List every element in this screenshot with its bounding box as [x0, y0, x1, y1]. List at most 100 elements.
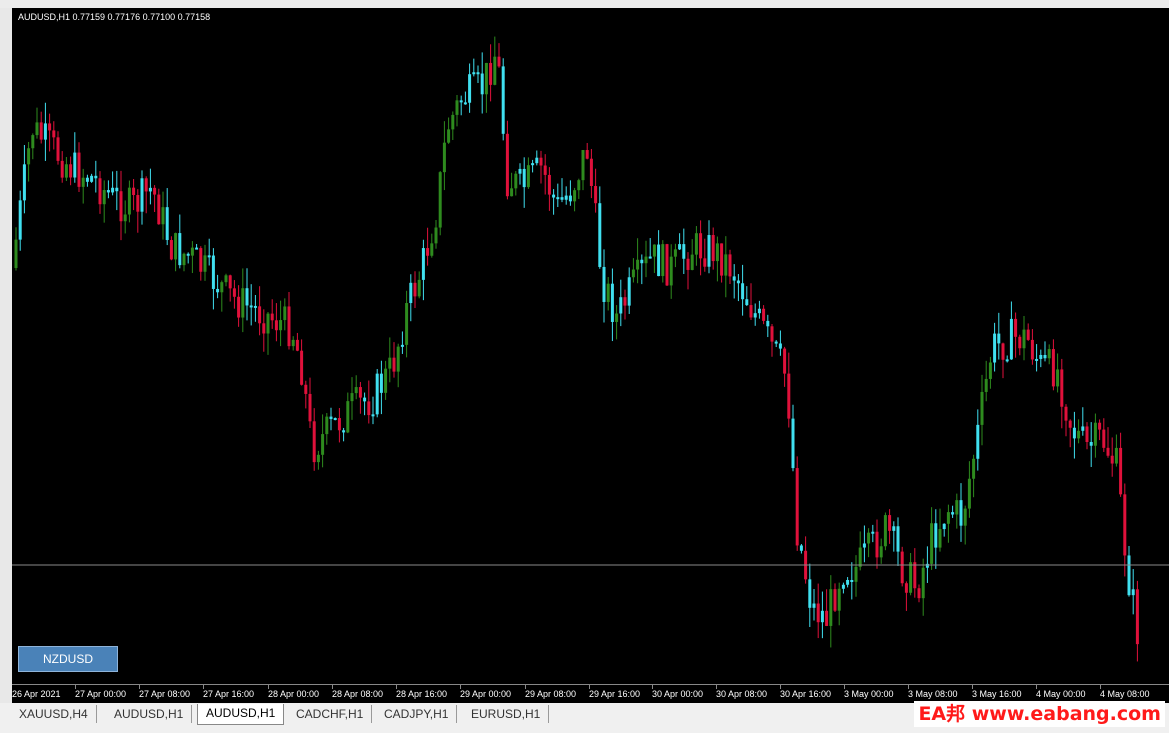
candle: [77, 142, 81, 193]
candle: [896, 517, 900, 567]
candle-body: [976, 424, 980, 459]
candle-body: [367, 401, 371, 416]
candle: [43, 102, 47, 161]
chart-tab[interactable]: AUDUSD,H1: [106, 705, 193, 723]
candle: [165, 188, 169, 246]
candle-body: [686, 258, 690, 270]
candle-body: [619, 297, 623, 314]
symbol-button[interactable]: NZDUSD: [18, 646, 118, 672]
candle-body: [1035, 358, 1039, 361]
candle-body: [392, 357, 396, 372]
candle: [60, 151, 64, 183]
chart-tab[interactable]: CADCHF,H1: [288, 705, 373, 723]
candle: [1114, 434, 1118, 467]
candle: [774, 340, 778, 348]
candle: [888, 509, 892, 544]
candle: [678, 233, 682, 251]
candle-body: [224, 275, 228, 283]
candle: [1093, 413, 1097, 458]
candle: [619, 279, 623, 327]
candle: [547, 167, 551, 211]
candle-body: [1131, 589, 1135, 596]
candle: [539, 150, 543, 184]
candle-body: [207, 255, 211, 258]
candle: [934, 509, 938, 569]
candle: [564, 186, 568, 205]
candle: [363, 392, 367, 416]
candle: [438, 171, 442, 236]
candle: [400, 331, 404, 354]
candle-body: [430, 243, 434, 256]
candle-body: [736, 280, 740, 284]
candle-body: [846, 579, 850, 585]
candle: [615, 305, 619, 340]
candle: [661, 240, 665, 283]
chart-tab[interactable]: AUDUSD,H1: [197, 704, 285, 725]
candle: [573, 187, 577, 212]
candle-body: [766, 320, 770, 327]
candle: [409, 274, 413, 322]
time-tick-label: 27 Apr 00:00: [75, 689, 127, 699]
candlestick-plot[interactable]: [12, 8, 1169, 684]
candle-body: [98, 178, 102, 205]
candle: [846, 577, 850, 588]
candle: [909, 552, 913, 596]
candle-body: [732, 276, 736, 281]
candle: [522, 157, 526, 208]
candle-body: [363, 397, 367, 402]
candle-body: [1026, 329, 1030, 340]
candle-body: [258, 306, 262, 324]
candle: [636, 238, 640, 284]
candle-body: [518, 168, 522, 174]
candle-body: [421, 248, 425, 280]
candle: [64, 157, 68, 182]
candle-body: [539, 157, 543, 166]
candle: [300, 339, 304, 386]
chart-tab[interactable]: CADJPY,H1: [376, 705, 458, 723]
chart-tab[interactable]: XAUUSD,H4: [11, 705, 97, 723]
candle: [329, 407, 333, 431]
candle-body: [384, 368, 388, 393]
time-tick-mark: [460, 685, 461, 689]
candle: [598, 186, 602, 269]
candle-body: [888, 515, 892, 531]
candle-body: [1093, 422, 1097, 446]
candle: [892, 521, 896, 552]
candle-body: [140, 178, 144, 212]
candle-body: [648, 256, 652, 259]
candle-body: [862, 543, 866, 548]
candle-body: [169, 240, 173, 260]
candle: [963, 505, 967, 545]
candle: [442, 121, 446, 191]
candle-body: [812, 603, 816, 608]
candle: [35, 107, 39, 139]
candle: [841, 582, 845, 594]
candle: [1123, 483, 1127, 577]
time-tick-mark: [268, 685, 269, 689]
candle-body: [405, 303, 409, 345]
candle: [472, 58, 476, 77]
candle: [631, 258, 635, 283]
candle-body: [295, 339, 299, 351]
candle-body: [581, 150, 585, 181]
candle: [413, 271, 417, 308]
candle-body: [854, 566, 858, 582]
time-tick-label: 27 Apr 08:00: [139, 689, 191, 699]
price-chart[interactable]: AUDUSD,H1 0.77159 0.77176 0.77100 0.7715…: [12, 8, 1169, 703]
candle: [728, 249, 732, 285]
candle-body: [81, 177, 85, 187]
candle-body: [1135, 589, 1139, 645]
candle: [724, 236, 728, 298]
candle: [942, 523, 946, 537]
candle: [132, 179, 136, 211]
candle: [644, 240, 648, 278]
candle-body: [413, 282, 417, 297]
candle-body: [85, 177, 89, 182]
candle: [178, 214, 182, 269]
candle: [594, 168, 598, 213]
chart-tab[interactable]: EURUSD,H1: [463, 705, 550, 723]
candle: [1119, 432, 1123, 497]
candle: [157, 188, 161, 225]
candle-body: [203, 255, 207, 272]
candle: [988, 356, 992, 389]
